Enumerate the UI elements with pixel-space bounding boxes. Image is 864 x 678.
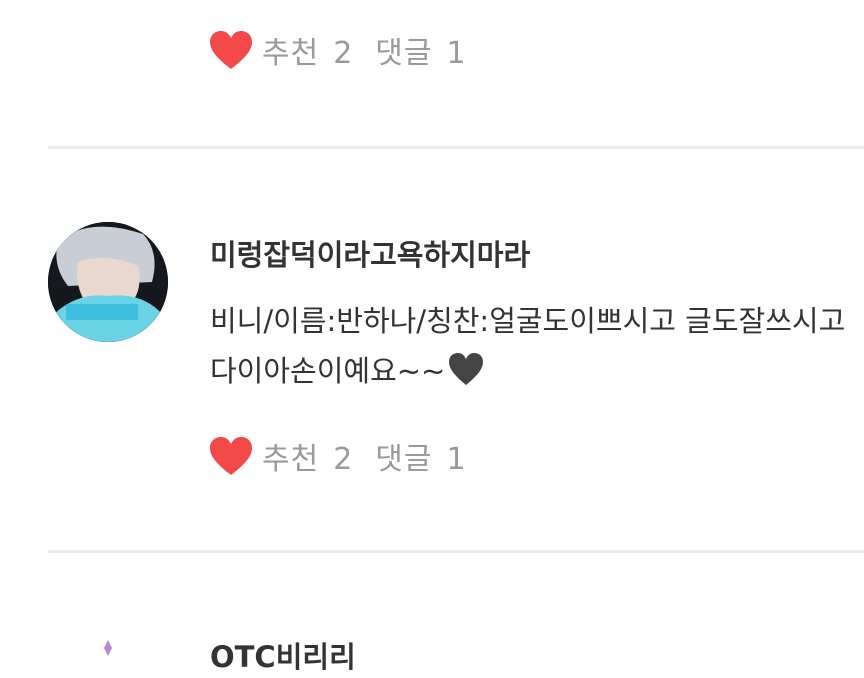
- post-username[interactable]: ОТС비리리: [210, 634, 356, 676]
- comment-count: 1: [446, 442, 467, 477]
- divider: [48, 146, 864, 149]
- divider: [48, 550, 864, 553]
- recommend-stat[interactable]: 추천 2: [262, 28, 353, 72]
- post-content-line-2: 다이아손이예요~~: [210, 346, 860, 396]
- recommend-stat[interactable]: 추천 2: [262, 434, 353, 478]
- avatar[interactable]: [48, 222, 168, 342]
- comment-stat[interactable]: 댓글 1: [375, 434, 466, 478]
- avatar[interactable]: [88, 638, 128, 678]
- post-actions: 추천 2 댓글 1: [208, 28, 467, 72]
- post-actions: 추천 2 댓글 1: [208, 434, 467, 478]
- heart-icon[interactable]: [208, 435, 254, 477]
- post-content: 비니/이름:반하나/칭찬:얼굴도이쁘시고 글도잘쓰시고 다이아손이예요~~: [210, 296, 860, 396]
- post-content-line: 비니/이름:반하나/칭찬:얼굴도이쁘시고 글도잘쓰시고: [210, 304, 846, 338]
- comment-label: 댓글: [375, 442, 433, 477]
- recommend-count: 2: [333, 36, 354, 71]
- recommend-label: 추천: [262, 36, 320, 71]
- recommend-label: 추천: [262, 442, 320, 477]
- heart-icon[interactable]: [208, 29, 254, 71]
- recommend-count: 2: [333, 442, 354, 477]
- comment-count: 1: [446, 36, 467, 71]
- post-username[interactable]: 미렁잡덕이라고욕하지마라: [210, 232, 530, 274]
- post-content-text: 다이아손이예요~~: [210, 354, 446, 388]
- comment-label: 댓글: [375, 36, 433, 71]
- black-heart-emoji: [449, 353, 484, 385]
- comment-stat[interactable]: 댓글 1: [375, 28, 466, 72]
